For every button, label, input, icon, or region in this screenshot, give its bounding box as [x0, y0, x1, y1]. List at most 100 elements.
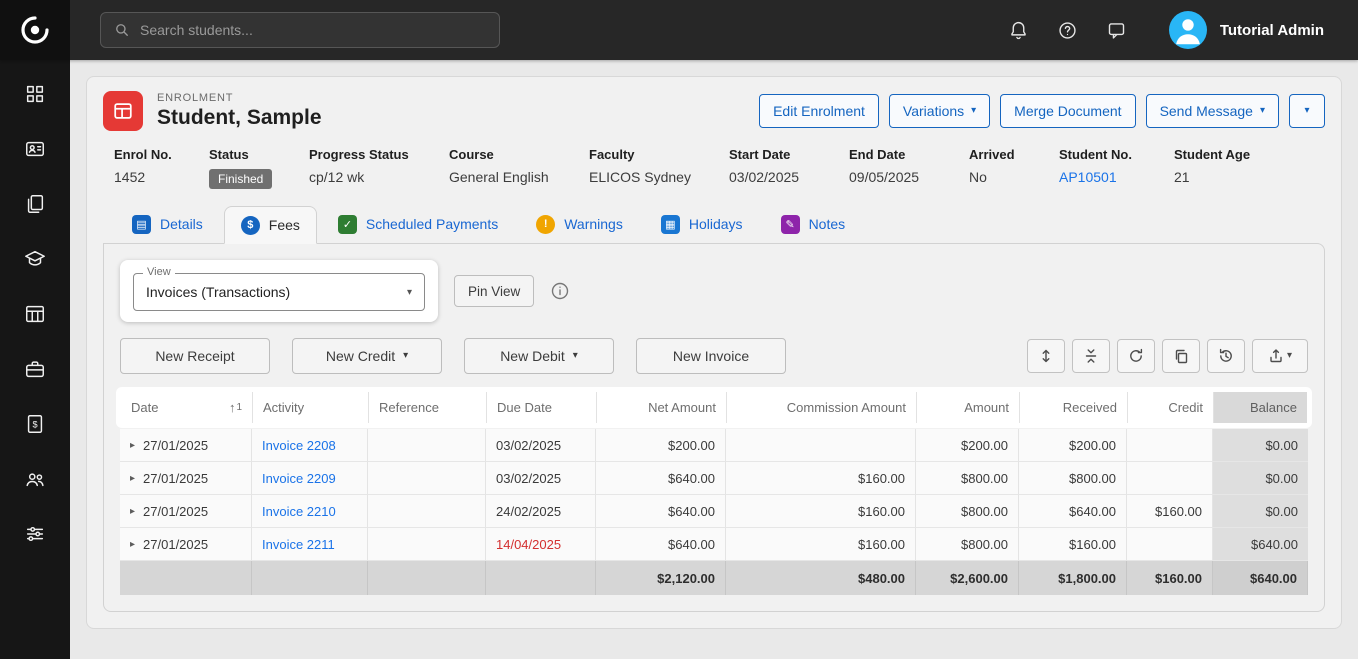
invoice-link[interactable]: Invoice 2211	[262, 537, 335, 552]
contacts-icon	[24, 138, 46, 160]
history-button[interactable]	[1207, 339, 1245, 373]
merge-document-button[interactable]: Merge Document	[1000, 94, 1135, 128]
tab-label: Scheduled Payments	[366, 216, 498, 232]
invoice-icon: $	[24, 413, 46, 435]
export-button[interactable]: ▾	[1252, 339, 1308, 373]
sidebar-item-documents[interactable]	[13, 190, 57, 218]
table-row[interactable]: ▸27/01/2025Invoice 221024/02/2025$640.00…	[120, 495, 1308, 528]
info-icon[interactable]	[550, 281, 570, 301]
student-no-link[interactable]: AP10501	[1059, 169, 1174, 185]
unfold-more-icon	[1038, 348, 1054, 364]
search-input[interactable]	[140, 22, 487, 38]
table-icon	[24, 303, 46, 325]
column-header-balance[interactable]: Balance	[1214, 392, 1307, 423]
new-invoice-button[interactable]: New Invoice	[636, 338, 786, 374]
new-receipt-button[interactable]: New Receipt	[120, 338, 270, 374]
cell-net: $640.00	[596, 528, 726, 561]
pin-view-button[interactable]: Pin View	[454, 275, 534, 307]
column-header-amount[interactable]: Amount	[917, 392, 1020, 423]
view-select[interactable]: View Invoices (Transactions) ▾	[133, 273, 425, 311]
graduation-cap-icon	[24, 248, 46, 270]
cell-date: ▸27/01/2025	[120, 495, 252, 528]
expand-row-icon[interactable]: ▸	[130, 506, 135, 517]
chat-icon[interactable]	[1106, 20, 1127, 41]
edit-enrolment-button[interactable]: Edit Enrolment	[759, 94, 879, 128]
cell-credit	[1127, 462, 1213, 495]
send-message-button[interactable]: Send Message ▾	[1146, 94, 1279, 128]
cell-balance: $640.00	[1213, 528, 1308, 561]
cell-balance: $0.00	[1213, 495, 1308, 528]
sidebar-item-agents[interactable]	[13, 355, 57, 383]
cell-date: ▸27/01/2025	[120, 528, 252, 561]
tab-notes[interactable]: ✎ Notes	[764, 205, 863, 243]
column-header-date[interactable]: Date↑1	[121, 392, 253, 423]
copy-icon	[1173, 348, 1189, 364]
notifications-bell-icon[interactable]	[1008, 20, 1029, 41]
tab-fees[interactable]: $ Fees	[224, 206, 317, 244]
variations-button[interactable]: Variations ▾	[889, 94, 990, 128]
user-menu[interactable]: Tutorial Admin	[1169, 11, 1324, 49]
cell-commission: $160.00	[726, 528, 916, 561]
new-debit-button[interactable]: New Debit ▾	[464, 338, 614, 374]
expand-row-icon[interactable]: ▸	[130, 440, 135, 451]
sidebar-item-settings[interactable]	[13, 520, 57, 548]
cell-net: $200.00	[596, 429, 726, 462]
info-field-status: StatusFinished	[209, 147, 309, 189]
cell-balance: $0.00	[1213, 429, 1308, 462]
more-actions-button[interactable]: ▾	[1289, 94, 1325, 128]
tab-holidays[interactable]: ▦ Holidays	[644, 205, 760, 243]
column-header-commission-amount[interactable]: Commission Amount	[727, 392, 917, 423]
sidebar-item-dashboard[interactable]	[13, 80, 57, 108]
invoice-link[interactable]: Invoice 2210	[262, 504, 336, 519]
column-header-net-amount[interactable]: Net Amount	[597, 392, 727, 423]
expand-row-icon[interactable]: ▸	[130, 473, 135, 484]
column-header-due-date[interactable]: Due Date	[487, 392, 597, 423]
button-label: New Invoice	[673, 348, 749, 364]
sidebar-item-staff[interactable]	[13, 465, 57, 493]
chevron-down-icon: ▾	[971, 106, 976, 116]
export-icon	[1268, 348, 1284, 364]
totals-row: $2,120.00$480.00$2,600.00$1,800.00$160.0…	[120, 561, 1308, 595]
cell-credit: $160.00	[1127, 495, 1213, 528]
column-header-activity[interactable]: Activity	[253, 392, 369, 423]
button-label: New Credit	[326, 348, 395, 364]
tab-scheduled-payments[interactable]: ✓ Scheduled Payments	[321, 205, 515, 243]
sidebar-item-timetable[interactable]	[13, 300, 57, 328]
column-header-received[interactable]: Received	[1020, 392, 1128, 423]
avatar[interactable]	[1169, 11, 1207, 49]
help-icon[interactable]	[1057, 20, 1078, 41]
enrolment-header: ENROLMENT Student, Sample Edit Enrolment…	[103, 91, 1325, 131]
expand-rows-button[interactable]	[1027, 339, 1065, 373]
column-header-credit[interactable]: Credit	[1128, 392, 1214, 423]
table-row[interactable]: ▸27/01/2025Invoice 221114/04/2025$640.00…	[120, 528, 1308, 561]
expand-row-icon[interactable]: ▸	[130, 539, 135, 550]
search-bar[interactable]	[100, 12, 500, 48]
cell-activity: Invoice 2211	[252, 528, 368, 561]
svg-text:$: $	[32, 420, 37, 430]
column-header-reference[interactable]: Reference	[369, 392, 487, 423]
cell-activity: Invoice 2209	[252, 462, 368, 495]
invoice-link[interactable]: Invoice 2209	[262, 471, 336, 486]
tab-details[interactable]: ▤ Details	[115, 205, 220, 243]
table-row[interactable]: ▸27/01/2025Invoice 220803/02/2025$200.00…	[120, 429, 1308, 462]
table-row[interactable]: ▸27/01/2025Invoice 220903/02/2025$640.00…	[120, 462, 1308, 495]
refresh-button[interactable]	[1117, 339, 1155, 373]
sort-order: 1	[236, 402, 242, 413]
enrolment-actions: Edit Enrolment Variations ▾ Merge Docume…	[759, 94, 1325, 128]
button-label: New Receipt	[155, 348, 234, 364]
copy-button[interactable]	[1162, 339, 1200, 373]
cell-reference	[368, 495, 486, 528]
new-credit-button[interactable]: New Credit ▾	[292, 338, 442, 374]
fees-table: Date↑1ActivityReferenceDue DateNet Amoun…	[120, 392, 1308, 595]
sidebar-item-courses[interactable]	[13, 245, 57, 273]
column-header-label: Date	[131, 400, 158, 415]
warnings-icon: !	[536, 215, 555, 234]
enrolment-card: ENROLMENT Student, Sample Edit Enrolment…	[86, 76, 1342, 629]
sidebar-item-invoices[interactable]: $	[13, 410, 57, 438]
invoice-link[interactable]: Invoice 2208	[262, 438, 336, 453]
collapse-rows-button[interactable]	[1072, 339, 1110, 373]
people-icon	[24, 468, 46, 490]
app-logo[interactable]	[0, 0, 70, 60]
sidebar-item-contacts[interactable]	[13, 135, 57, 163]
tab-warnings[interactable]: ! Warnings	[519, 205, 640, 243]
